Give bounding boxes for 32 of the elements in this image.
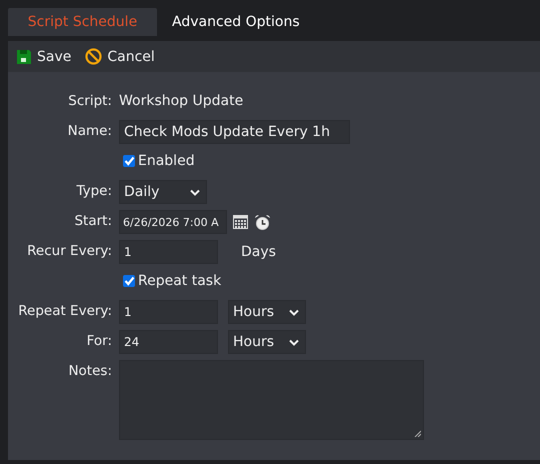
checkbox[interactable]: Enabled <box>123 150 195 169</box>
date-time-field[interactable]: 6/26/2026 7:00 A <box>119 210 227 234</box>
calendar-icon[interactable] <box>233 215 248 229</box>
unit-dropdown[interactable]: Hours <box>228 300 306 324</box>
field-label: Start: <box>74 213 112 229</box>
unit-dropdown[interactable]: Hours <box>228 330 306 354</box>
tab[interactable]: Advanced Options <box>157 8 315 36</box>
input-field[interactable]: 1 <box>119 300 218 324</box>
resize-grip-icon <box>414 430 421 437</box>
type-dropdown[interactable]: Daily <box>119 180 207 204</box>
field-label: Recur Every: <box>27 243 112 259</box>
check-icon <box>124 156 134 166</box>
chevron-icon <box>289 338 299 346</box>
cancel-icon <box>85 48 102 65</box>
field-label: Script: <box>68 93 112 109</box>
alarm-clock-icon[interactable] <box>254 214 271 230</box>
input-field[interactable]: 24 <box>119 330 218 354</box>
field-label: Type: <box>76 183 112 199</box>
input-field[interactable]: 1 <box>119 240 218 264</box>
chevron-icon <box>190 188 200 196</box>
save-button[interactable]: Save <box>16 48 72 64</box>
chevron-icon <box>289 308 299 316</box>
script-name: Workshop Update <box>119 92 244 109</box>
input-field[interactable]: Check Mods Update Every 1h <box>119 120 350 144</box>
field-label: Name: <box>68 123 112 139</box>
field-label: For: <box>86 333 112 349</box>
cancel-button[interactable]: Cancel <box>85 48 155 65</box>
check-icon <box>124 276 134 286</box>
field-label: Repeat Every: <box>18 303 112 319</box>
field-label: Notes: <box>68 363 112 379</box>
checkbox[interactable]: Repeat task <box>123 270 222 289</box>
unit-label: Days <box>241 244 276 260</box>
